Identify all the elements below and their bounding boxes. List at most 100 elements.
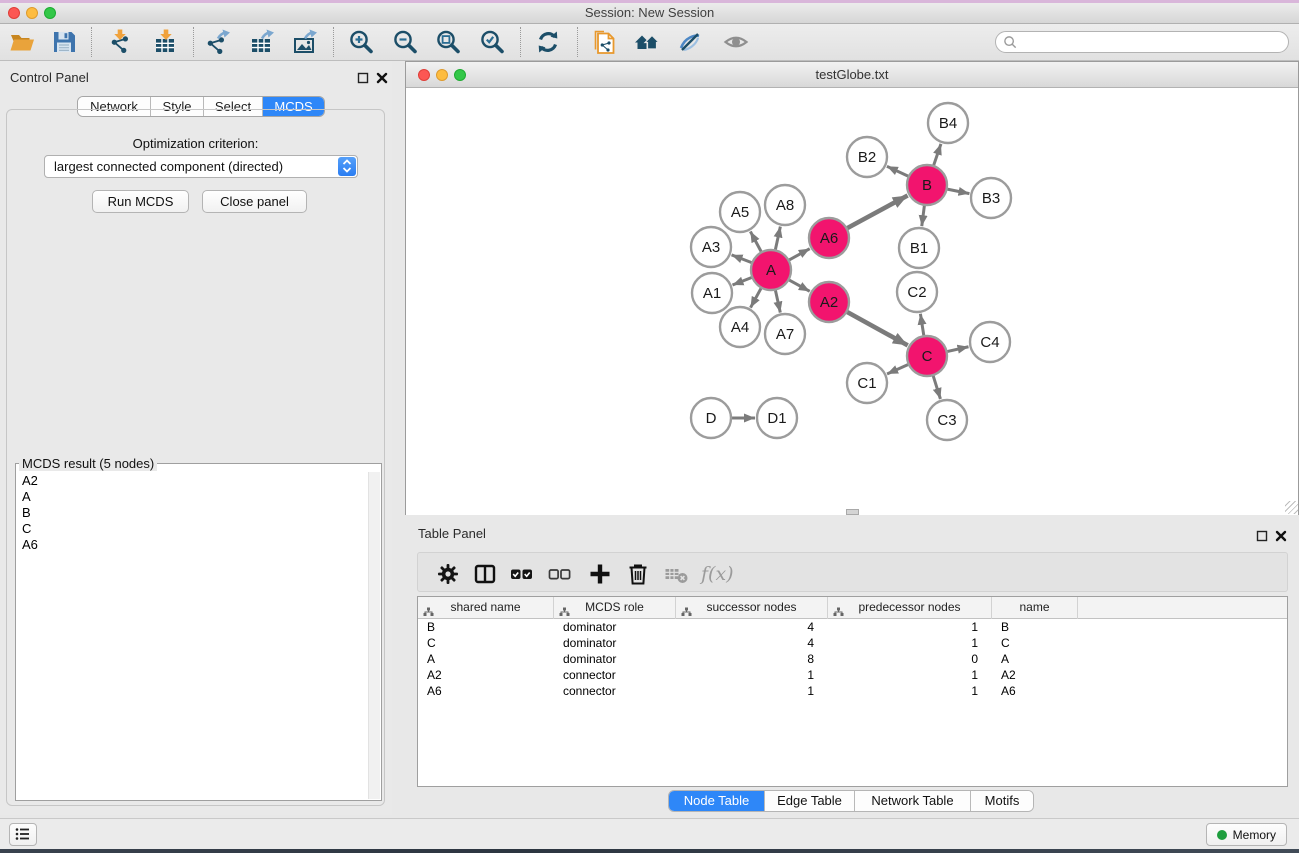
table-cell[interactable]: 1: [676, 683, 828, 699]
graph-edge-C-C2[interactable]: [920, 314, 924, 337]
graph-node-B4[interactable]: B4: [928, 103, 968, 143]
graph-node-A5[interactable]: A5: [720, 192, 760, 232]
graph-edge-A-A3[interactable]: [732, 255, 753, 263]
table-cell[interactable]: 1: [828, 635, 992, 651]
table-row[interactable]: Cdominator41C: [418, 635, 1287, 651]
run-mcds-button[interactable]: Run MCDS: [92, 190, 189, 213]
window-resize-grip[interactable]: [846, 509, 859, 515]
graph-node-C1[interactable]: C1: [847, 363, 887, 403]
table-row[interactable]: A2connector11A2: [418, 667, 1287, 683]
import-network-button[interactable]: [107, 29, 133, 55]
graph-node-B2[interactable]: B2: [847, 137, 887, 177]
table-cell[interactable]: A6: [418, 683, 554, 699]
table-row[interactable]: A6connector11A6: [418, 683, 1287, 699]
zoom-network-window-button[interactable]: [454, 69, 466, 81]
function-builder-button[interactable]: f(x): [701, 562, 725, 586]
deselect-all-checkboxes-button[interactable]: [548, 562, 572, 586]
table-cell[interactable]: A6: [992, 683, 1078, 699]
graph-edge-A-A5[interactable]: [750, 231, 761, 252]
tab-node-table[interactable]: Node Table: [669, 791, 765, 811]
minimize-network-window-button[interactable]: [436, 69, 448, 81]
refresh-button[interactable]: [535, 29, 561, 55]
zoom-selected-button[interactable]: [479, 29, 505, 55]
column-header-shared-name[interactable]: shared name: [418, 597, 554, 619]
delete-columns-button[interactable]: [626, 562, 650, 586]
graph-edge-A6-B[interactable]: [847, 195, 908, 228]
settings-gear-button[interactable]: [436, 562, 460, 586]
graph-node-C2[interactable]: C2: [897, 272, 937, 312]
graph-edge-C-C1[interactable]: [887, 364, 909, 374]
window-corner-resize-grip[interactable]: [1285, 501, 1298, 514]
tab-motifs[interactable]: Motifs: [971, 791, 1033, 811]
export-network-button[interactable]: [205, 29, 231, 55]
minimize-window-button[interactable]: [26, 7, 38, 19]
graph-edge-C-C4[interactable]: [947, 347, 969, 352]
graph-edge-B-B1[interactable]: [922, 205, 925, 226]
table-cell[interactable]: 1: [676, 667, 828, 683]
graph-node-A[interactable]: A: [751, 250, 791, 290]
table-cell[interactable]: B: [418, 619, 554, 635]
toggle-graphics-details-button[interactable]: [677, 29, 703, 55]
task-history-button[interactable]: [9, 823, 37, 846]
delete-table-button[interactable]: [664, 562, 688, 586]
graph-edge-A-A4[interactable]: [751, 288, 762, 308]
export-table-button[interactable]: [249, 29, 275, 55]
table-cell[interactable]: 4: [676, 619, 828, 635]
zoom-out-button[interactable]: [392, 29, 418, 55]
table-cell[interactable]: C: [418, 635, 554, 651]
table-row[interactable]: Bdominator41B: [418, 619, 1287, 635]
table-cell[interactable]: dominator: [554, 651, 676, 667]
result-scrollbar[interactable]: [368, 472, 380, 799]
tab-network-table[interactable]: Network Table: [855, 791, 971, 811]
network-canvas[interactable]: B4B2BB3A8A5A6A3B1AA1C2A2A4A7C4CC1DD1C3: [406, 89, 1298, 515]
graph-edge-B-B2[interactable]: [887, 166, 909, 176]
mcds-result-item[interactable]: A6: [17, 537, 367, 553]
column-header-MCDS-role[interactable]: MCDS role: [554, 597, 676, 619]
mcds-result-item[interactable]: C: [17, 521, 367, 537]
mcds-result-item[interactable]: A2: [17, 473, 367, 489]
close-panel-button[interactable]: Close panel: [202, 190, 307, 213]
graph-node-A3[interactable]: A3: [691, 227, 731, 267]
import-table-button[interactable]: [153, 29, 179, 55]
new-network-from-selection-button[interactable]: [592, 29, 618, 55]
table-cell[interactable]: A: [418, 651, 554, 667]
close-table-panel-icon[interactable]: [1275, 530, 1287, 542]
table-cell[interactable]: B: [992, 619, 1078, 635]
table-cell[interactable]: 1: [828, 683, 992, 699]
graph-edge-C-C3[interactable]: [933, 375, 940, 399]
split-table-button[interactable]: [473, 562, 497, 586]
graph-edge-A2-C[interactable]: [847, 312, 908, 346]
graph-node-D1[interactable]: D1: [757, 398, 797, 438]
search-input[interactable]: [1022, 33, 1282, 51]
table-cell[interactable]: 1: [828, 667, 992, 683]
table-cell[interactable]: A2: [992, 667, 1078, 683]
table-cell[interactable]: dominator: [554, 619, 676, 635]
column-header-successor-nodes[interactable]: successor nodes: [676, 597, 828, 619]
graph-edge-B-B4[interactable]: [933, 144, 941, 166]
graph-node-A2[interactable]: A2: [809, 282, 849, 322]
criterion-dropdown[interactable]: largest connected component (directed): [44, 155, 358, 178]
graph-node-C[interactable]: C: [907, 336, 947, 376]
graph-edge-A-A1[interactable]: [732, 277, 752, 285]
graph-node-A4[interactable]: A4: [720, 307, 760, 347]
add-column-button[interactable]: [588, 562, 612, 586]
table-cell[interactable]: A: [992, 651, 1078, 667]
column-header-name[interactable]: name: [992, 597, 1078, 619]
graph-node-B3[interactable]: B3: [971, 178, 1011, 218]
graph-edge-A-A8[interactable]: [775, 227, 780, 251]
graph-edge-B-B3[interactable]: [947, 189, 970, 194]
table-cell[interactable]: dominator: [554, 635, 676, 651]
mcds-result-item[interactable]: A: [17, 489, 367, 505]
table-cell[interactable]: C: [992, 635, 1078, 651]
graph-node-A7[interactable]: A7: [765, 314, 805, 354]
graph-node-A8[interactable]: A8: [765, 185, 805, 225]
select-all-checkboxes-button[interactable]: [510, 562, 534, 586]
search-field[interactable]: [995, 31, 1289, 53]
graph-node-C4[interactable]: C4: [970, 322, 1010, 362]
close-window-button[interactable]: [8, 7, 20, 19]
memory-button[interactable]: Memory: [1206, 823, 1287, 846]
export-image-button[interactable]: [292, 29, 318, 55]
graph-edge-A-A7[interactable]: [775, 290, 780, 313]
table-cell[interactable]: 1: [828, 619, 992, 635]
table-cell[interactable]: connector: [554, 667, 676, 683]
